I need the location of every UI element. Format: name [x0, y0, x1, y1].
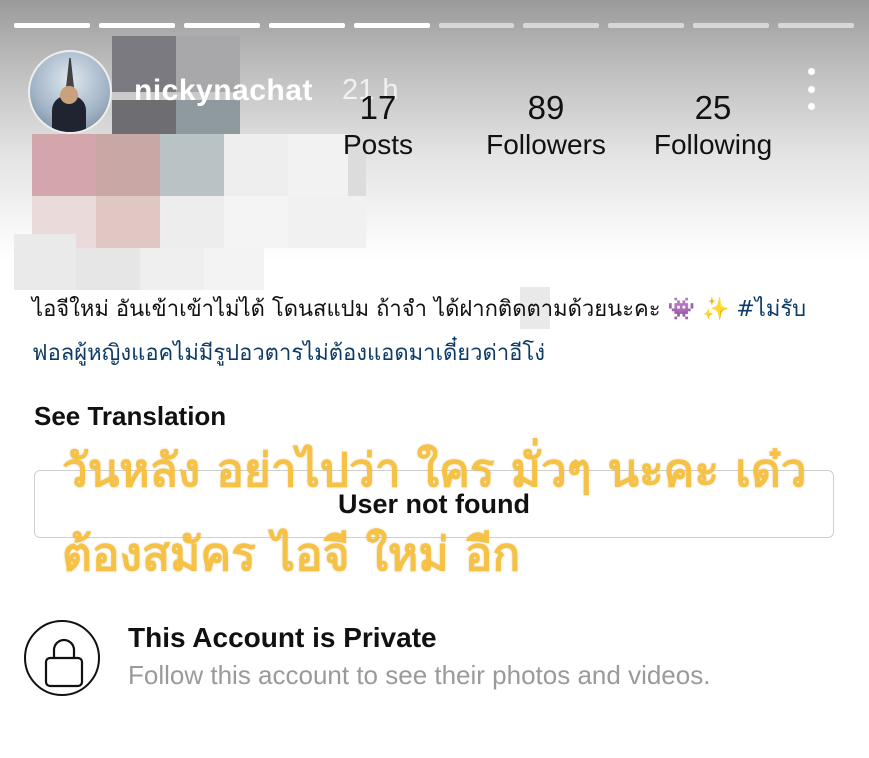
bio-text: ไอจีใหม่ อันเข้าเข้าไม่ได้ โดนสแปม ถ้าจำ…: [32, 297, 737, 322]
user-not-found-button[interactable]: User not found: [34, 470, 834, 538]
story-progress-segment: [778, 23, 855, 28]
private-account-title: This Account is Private: [128, 622, 437, 653]
story-progress-segment: [523, 23, 600, 28]
story-progress-segment: [98, 23, 175, 28]
stat-following-label: Following: [653, 129, 773, 160]
stat-followers[interactable]: 89 Followers: [476, 88, 616, 162]
story-progress-segment: [183, 23, 260, 28]
story-progress-segment: [268, 23, 345, 28]
story-username[interactable]: nickynachat: [134, 74, 313, 108]
more-vertical-icon[interactable]: [800, 68, 822, 110]
story-progress-segment: [353, 23, 430, 28]
story-progress-segment: [14, 23, 90, 28]
avatar[interactable]: [28, 50, 112, 134]
stat-posts-value: 17: [359, 89, 397, 126]
lock-icon: [24, 620, 100, 696]
story-progress-segment: [438, 23, 515, 28]
profile-bio: ไอจีใหม่ อันเข้าเข้าไม่ได้ โดนสแปม ถ้าจำ…: [32, 288, 842, 376]
stat-followers-label: Followers: [486, 129, 606, 160]
private-account-subtitle: Follow this account to see their photos …: [128, 660, 711, 690]
story-progress-segment: [608, 23, 685, 28]
see-translation-link[interactable]: See Translation: [34, 401, 226, 432]
stat-following-value: 25: [694, 89, 732, 126]
person-head-image: [60, 86, 78, 104]
stat-posts[interactable]: 17 Posts: [318, 88, 438, 162]
stat-followers-value: 89: [527, 89, 565, 126]
story-progress-segment: [693, 23, 770, 28]
stat-following[interactable]: 25 Following: [640, 88, 786, 162]
user-not-found-label: User not found: [338, 488, 530, 519]
story-progress-bar: [14, 23, 855, 28]
stat-posts-label: Posts: [342, 129, 414, 160]
